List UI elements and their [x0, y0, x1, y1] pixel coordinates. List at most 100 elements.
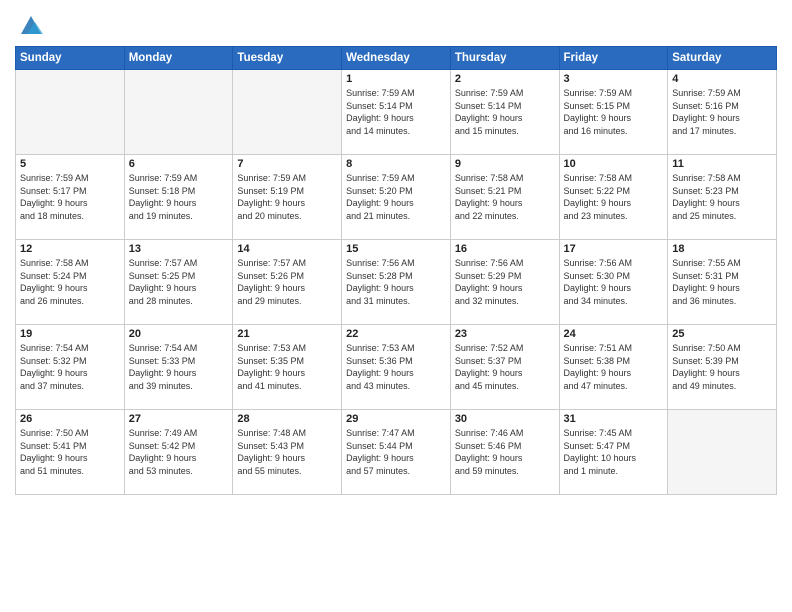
cell-info: Sunrise: 7:59 AM Sunset: 5:17 PM Dayligh… [20, 172, 120, 222]
calendar-cell: 29 Sunrise: 7:47 AM Sunset: 5:44 PM Dayli… [342, 410, 451, 495]
calendar-cell: 11 Sunrise: 7:58 AM Sunset: 5:23 PM Dayli… [668, 155, 777, 240]
calendar-cell: 26 Sunrise: 7:50 AM Sunset: 5:41 PM Dayli… [16, 410, 125, 495]
cell-info: Sunrise: 7:49 AM Sunset: 5:42 PM Dayligh… [129, 427, 229, 477]
week-row-2: 12Sunrise: 7:58 AM Sunset: 5:24 PM Dayli… [16, 240, 777, 325]
day-number: 5 [20, 158, 120, 170]
day-header-thursday: Thursday [450, 47, 559, 70]
calendar-cell [668, 410, 777, 495]
cell-info: Sunrise: 7:55 AM Sunset: 5:31 PM Dayligh… [672, 257, 772, 307]
cell-info: Sunrise: 7:53 AM Sunset: 5:35 PM Dayligh… [237, 342, 337, 392]
day-number: 2 [455, 73, 555, 85]
day-number: 9 [455, 158, 555, 170]
cell-info: Sunrise: 7:59 AM Sunset: 5:19 PM Dayligh… [237, 172, 337, 222]
week-row-1: 5 Sunrise: 7:59 AM Sunset: 5:17 PM Daylig… [16, 155, 777, 240]
calendar-cell: 1Sunrise: 7:59 AM Sunset: 5:14 PM Daylig… [342, 70, 451, 155]
cell-info: Sunrise: 7:59 AM Sunset: 5:14 PM Dayligh… [455, 87, 555, 137]
logo-icon [17, 10, 45, 38]
calendar-cell: 3 Sunrise: 7:59 AM Sunset: 5:15 PM Daylig… [559, 70, 668, 155]
cell-info: Sunrise: 7:51 AM Sunset: 5:38 PM Dayligh… [564, 342, 664, 392]
cell-info: Sunrise: 7:47 AM Sunset: 5:44 PM Dayligh… [346, 427, 446, 477]
day-header-friday: Friday [559, 47, 668, 70]
day-number: 27 [129, 413, 229, 425]
calendar-cell: 7 Sunrise: 7:59 AM Sunset: 5:19 PM Daylig… [233, 155, 342, 240]
day-number: 20 [129, 328, 229, 340]
day-number: 3 [564, 73, 664, 85]
calendar-cell: 31Sunrise: 7:45 AM Sunset: 5:47 PM Dayli… [559, 410, 668, 495]
cell-info: Sunrise: 7:57 AM Sunset: 5:26 PM Dayligh… [237, 257, 337, 307]
calendar-cell [124, 70, 233, 155]
calendar-cell: 17 Sunrise: 7:56 AM Sunset: 5:30 PM Dayli… [559, 240, 668, 325]
calendar-cell: 25 Sunrise: 7:50 AM Sunset: 5:39 PM Dayli… [668, 325, 777, 410]
calendar-cell: 19Sunrise: 7:54 AM Sunset: 5:32 PM Dayli… [16, 325, 125, 410]
calendar-cell: 4 Sunrise: 7:59 AM Sunset: 5:16 PM Daylig… [668, 70, 777, 155]
cell-info: Sunrise: 7:58 AM Sunset: 5:22 PM Dayligh… [564, 172, 664, 222]
calendar-cell [16, 70, 125, 155]
day-number: 19 [20, 328, 120, 340]
calendar-cell: 12Sunrise: 7:58 AM Sunset: 5:24 PM Dayli… [16, 240, 125, 325]
cell-info: Sunrise: 7:46 AM Sunset: 5:46 PM Dayligh… [455, 427, 555, 477]
header-row: SundayMondayTuesdayWednesdayThursdayFrid… [16, 47, 777, 70]
day-number: 7 [237, 158, 337, 170]
day-number: 18 [672, 243, 772, 255]
day-number: 22 [346, 328, 446, 340]
day-number: 26 [20, 413, 120, 425]
cell-info: Sunrise: 7:59 AM Sunset: 5:15 PM Dayligh… [564, 87, 664, 137]
day-number: 14 [237, 243, 337, 255]
header [15, 10, 777, 38]
cell-info: Sunrise: 7:52 AM Sunset: 5:37 PM Dayligh… [455, 342, 555, 392]
day-header-saturday: Saturday [668, 47, 777, 70]
cell-info: Sunrise: 7:54 AM Sunset: 5:33 PM Dayligh… [129, 342, 229, 392]
cell-info: Sunrise: 7:59 AM Sunset: 5:16 PM Dayligh… [672, 87, 772, 137]
cell-info: Sunrise: 7:57 AM Sunset: 5:25 PM Dayligh… [129, 257, 229, 307]
calendar-cell: 2 Sunrise: 7:59 AM Sunset: 5:14 PM Daylig… [450, 70, 559, 155]
calendar-cell: 30 Sunrise: 7:46 AM Sunset: 5:46 PM Dayli… [450, 410, 559, 495]
calendar-cell: 20 Sunrise: 7:54 AM Sunset: 5:33 PM Dayli… [124, 325, 233, 410]
week-row-4: 26 Sunrise: 7:50 AM Sunset: 5:41 PM Dayli… [16, 410, 777, 495]
day-header-monday: Monday [124, 47, 233, 70]
cell-info: Sunrise: 7:56 AM Sunset: 5:28 PM Dayligh… [346, 257, 446, 307]
day-header-sunday: Sunday [16, 47, 125, 70]
logo [15, 10, 45, 38]
day-number: 25 [672, 328, 772, 340]
day-number: 23 [455, 328, 555, 340]
cell-info: Sunrise: 7:56 AM Sunset: 5:30 PM Dayligh… [564, 257, 664, 307]
cell-info: Sunrise: 7:59 AM Sunset: 5:18 PM Dayligh… [129, 172, 229, 222]
cell-info: Sunrise: 7:48 AM Sunset: 5:43 PM Dayligh… [237, 427, 337, 477]
cell-info: Sunrise: 7:56 AM Sunset: 5:29 PM Dayligh… [455, 257, 555, 307]
cell-info: Sunrise: 7:58 AM Sunset: 5:23 PM Dayligh… [672, 172, 772, 222]
cell-info: Sunrise: 7:58 AM Sunset: 5:24 PM Dayligh… [20, 257, 120, 307]
calendar-cell: 15 Sunrise: 7:56 AM Sunset: 5:28 PM Dayli… [342, 240, 451, 325]
day-number: 10 [564, 158, 664, 170]
calendar-cell [233, 70, 342, 155]
day-number: 17 [564, 243, 664, 255]
calendar-cell: 23 Sunrise: 7:52 AM Sunset: 5:37 PM Dayli… [450, 325, 559, 410]
week-row-3: 19Sunrise: 7:54 AM Sunset: 5:32 PM Dayli… [16, 325, 777, 410]
cell-info: Sunrise: 7:50 AM Sunset: 5:41 PM Dayligh… [20, 427, 120, 477]
calendar-cell: 18 Sunrise: 7:55 AM Sunset: 5:31 PM Dayli… [668, 240, 777, 325]
day-number: 15 [346, 243, 446, 255]
calendar-cell: 28 Sunrise: 7:48 AM Sunset: 5:43 PM Dayli… [233, 410, 342, 495]
day-number: 4 [672, 73, 772, 85]
day-number: 11 [672, 158, 772, 170]
cell-info: Sunrise: 7:50 AM Sunset: 5:39 PM Dayligh… [672, 342, 772, 392]
calendar-table: SundayMondayTuesdayWednesdayThursdayFrid… [15, 46, 777, 495]
calendar-cell: 14 Sunrise: 7:57 AM Sunset: 5:26 PM Dayli… [233, 240, 342, 325]
day-number: 24 [564, 328, 664, 340]
day-number: 30 [455, 413, 555, 425]
calendar-cell: 6Sunrise: 7:59 AM Sunset: 5:18 PM Daylig… [124, 155, 233, 240]
day-number: 31 [564, 413, 664, 425]
calendar-cell: 5 Sunrise: 7:59 AM Sunset: 5:17 PM Daylig… [16, 155, 125, 240]
day-number: 16 [455, 243, 555, 255]
calendar-cell: 22Sunrise: 7:53 AM Sunset: 5:36 PM Dayli… [342, 325, 451, 410]
calendar-cell: 21 Sunrise: 7:53 AM Sunset: 5:35 PM Dayli… [233, 325, 342, 410]
day-number: 8 [346, 158, 446, 170]
day-number: 28 [237, 413, 337, 425]
calendar-cell: 10 Sunrise: 7:58 AM Sunset: 5:22 PM Dayli… [559, 155, 668, 240]
calendar-cell: 24 Sunrise: 7:51 AM Sunset: 5:38 PM Dayli… [559, 325, 668, 410]
day-number: 21 [237, 328, 337, 340]
day-header-wednesday: Wednesday [342, 47, 451, 70]
calendar-cell: 13 Sunrise: 7:57 AM Sunset: 5:25 PM Dayli… [124, 240, 233, 325]
day-number: 13 [129, 243, 229, 255]
calendar-header: SundayMondayTuesdayWednesdayThursdayFrid… [16, 47, 777, 70]
day-number: 29 [346, 413, 446, 425]
